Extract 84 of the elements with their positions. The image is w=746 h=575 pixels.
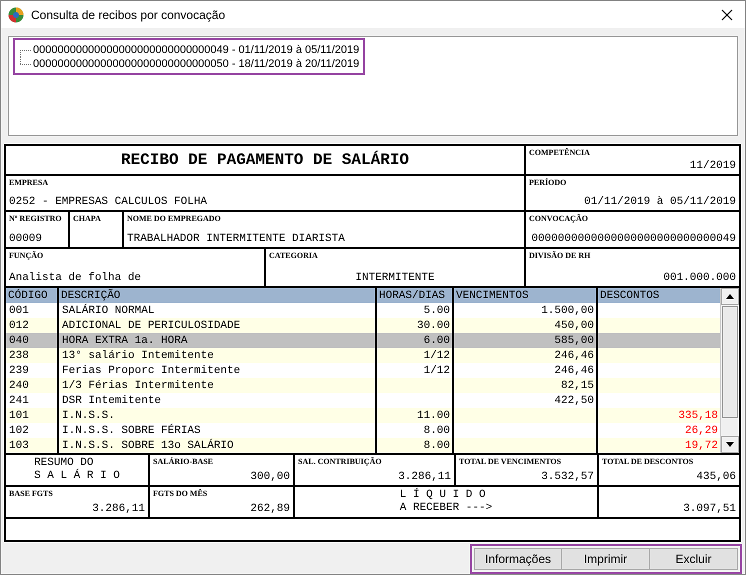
registration-field: 00009	[9, 233, 42, 245]
company-field: 0252 - EMPRESAS CALCULOS FOLHA	[9, 196, 208, 208]
convocation-field: 0000000000000000000000000000049	[531, 233, 736, 245]
field-label: TOTAL DE DESCONTOS	[602, 457, 694, 466]
earnings-cell: 1.500,00	[452, 303, 596, 318]
close-icon[interactable]	[721, 8, 733, 20]
description-cell: I.N.S.S.	[57, 408, 375, 423]
description-cell: ADICIONAL DE PERICULOSIDADE	[57, 318, 375, 333]
code-cell: 101	[6, 408, 57, 423]
earnings-cell: 422,50	[452, 393, 596, 408]
base-salary-field: 300,00	[250, 471, 290, 483]
hours-cell: 11.00	[375, 408, 452, 423]
action-button[interactable]: Excluir	[650, 548, 738, 570]
window-title: Consulta de recibos por convocação	[31, 8, 226, 22]
contribution-salary-field: 3.286,11	[398, 471, 451, 483]
role-field: Analista de folha de	[9, 272, 142, 284]
net-pay-field: 3.097,51	[683, 503, 736, 515]
code-cell: 040	[6, 333, 57, 348]
hours-cell: 8.00	[375, 438, 452, 453]
field-label: CHAPA	[73, 214, 101, 223]
deduction-cell: 335,18	[596, 408, 720, 423]
field-label: BASE FGTS	[9, 489, 53, 498]
app-icon	[8, 6, 24, 22]
fgts-month-field: 262,89	[250, 503, 290, 515]
field-label: CATEGORIA	[269, 251, 318, 260]
total-deductions-field: 435,06	[696, 471, 736, 483]
earnings-cell: 82,15	[452, 378, 596, 393]
description-cell: 1/3 Férias Intermitente	[57, 378, 375, 393]
code-cell: 240	[6, 378, 57, 393]
field-label: Nº REGISTRO	[9, 214, 62, 223]
hours-cell: 6.00	[375, 333, 452, 348]
scroll-thumb[interactable]	[722, 306, 738, 418]
field-label: FUNÇÃO	[9, 251, 44, 260]
hours-cell: 1/12	[375, 363, 452, 378]
deduction-cell: 19,72	[596, 438, 720, 453]
tree-item[interactable]: 00000000000000000000000000000050 - 18/11/2019 à 20/11/2019	[19, 57, 360, 71]
tree-item[interactable]: 00000000000000000000000000000049 - 01/11/2019 à 05/11/2019	[19, 43, 360, 57]
column-header[interactable]: CÓDIGO	[6, 288, 57, 303]
summary-heading: RESUMO DO S A L Á R I O	[34, 457, 120, 483]
field-label: SAL. CONTRIBUIÇÃO	[298, 457, 382, 466]
receipt-title: RECIBO DE PAGAMENTO DE SALÁRIO	[120, 151, 410, 169]
field-label: EMPRESA	[9, 178, 48, 187]
description-cell: HORA EXTRA 1a. HORA	[57, 333, 375, 348]
action-button[interactable]: Imprimir	[562, 548, 650, 570]
down-arrow-icon	[726, 442, 734, 447]
hours-cell: 5.00	[375, 303, 452, 318]
hours-cell: 1/12	[375, 348, 452, 363]
fgts-base-field: 3.286,11	[92, 503, 145, 515]
deduction-cell: 26,29	[596, 423, 720, 438]
code-cell: 012	[6, 318, 57, 333]
code-cell: 103	[6, 438, 57, 453]
description-cell: 13° salário Intemitente	[57, 348, 375, 363]
field-label: NOME DO EMPREGADO	[127, 214, 221, 223]
scroll-up-button[interactable]	[721, 288, 739, 305]
field-label: SALÁRIO-BASE	[153, 457, 214, 466]
net-pay-heading: L Í Q U I D O A RECEBER --->	[400, 489, 492, 515]
division-field: 001.000.000	[663, 272, 736, 284]
scroll-down-button[interactable]	[721, 436, 739, 453]
category-field: INTERMITENTE	[355, 272, 435, 284]
field-label: COMPETÊNCIA	[529, 148, 590, 157]
field-label: PERÍODO	[529, 178, 566, 187]
employee-field: TRABALHADOR INTERMITENTE DIARISTA	[127, 233, 345, 245]
code-cell: 238	[6, 348, 57, 363]
total-earnings-field: 3.532,57	[541, 471, 594, 483]
column-header[interactable]: DESCONTOS	[596, 288, 720, 303]
field-label: FGTS DO MÊS	[153, 489, 208, 498]
scrollbar[interactable]	[720, 288, 739, 453]
field-label: CONVOCAÇÃO	[529, 214, 588, 223]
period-field: 01/11/2019 à 05/11/2019	[584, 196, 736, 208]
description-cell: I.N.S.S. SOBRE 13o SALÁRIO	[57, 438, 375, 453]
field-label: TOTAL DE VENCIMENTOS	[459, 457, 562, 466]
earnings-cell: 450,00	[452, 318, 596, 333]
column-header[interactable]: VENCIMENTOS	[452, 288, 596, 303]
field-label: DIVISÃO DE RH	[529, 251, 590, 260]
earnings-cell: 585,00	[452, 333, 596, 348]
competence-field: 11/2019	[690, 160, 736, 172]
column-header[interactable]: DESCRIÇÃO	[57, 288, 375, 303]
hours-cell: 30.00	[375, 318, 452, 333]
action-button[interactable]: Informações	[474, 548, 562, 570]
earnings-cell: 246,46	[452, 348, 596, 363]
hours-cell: 8.00	[375, 423, 452, 438]
earnings-cell: 246,46	[452, 363, 596, 378]
up-arrow-icon	[726, 294, 734, 299]
column-header[interactable]: HORAS/DIAS	[375, 288, 452, 303]
